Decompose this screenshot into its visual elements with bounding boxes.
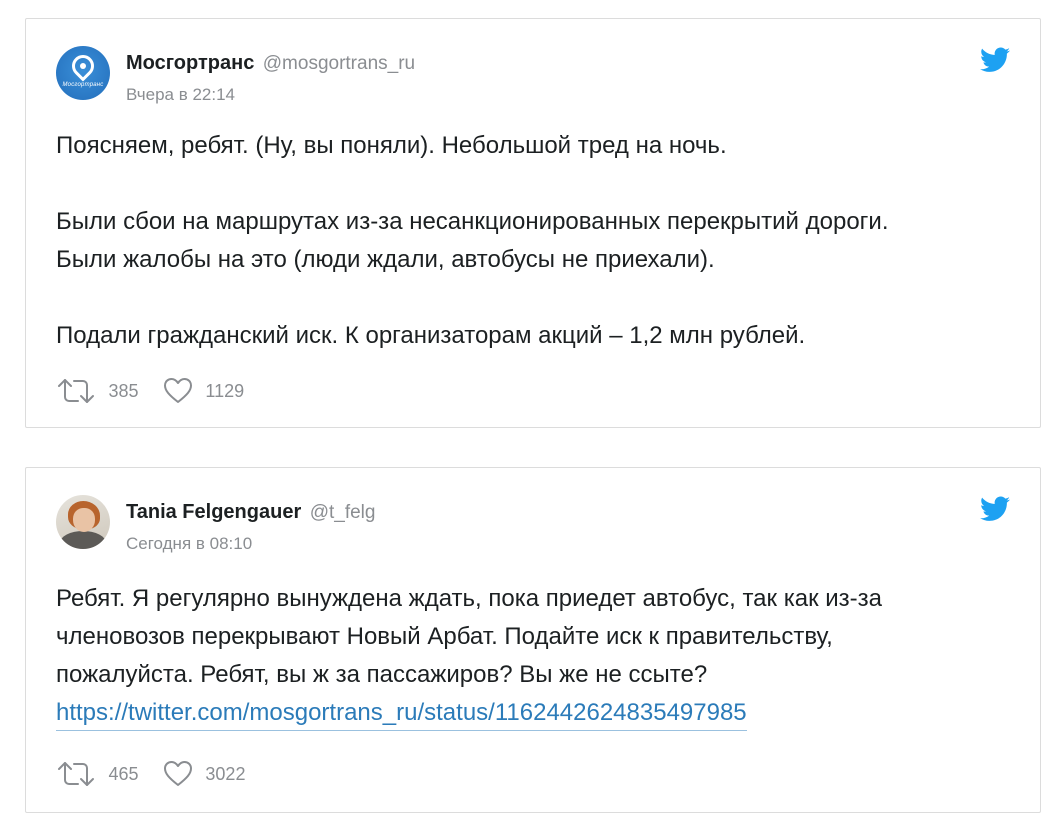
tweet-header: Tania Felgengauer @t_felg Сегодня в 08:1… — [56, 493, 996, 553]
author-name[interactable]: Tania Felgengauer — [126, 501, 301, 523]
retweet-count: 465 — [108, 763, 139, 784]
tweet-header: Мосгортранс Мосгортранс @mosgortrans_ru … — [56, 44, 996, 104]
tweet-actions: 385 1129 — [56, 377, 356, 407]
avatar[interactable]: Мосгортранс — [56, 46, 110, 100]
like-button[interactable]: 1129 — [163, 377, 244, 405]
twitter-bird-icon[interactable] — [980, 47, 1010, 73]
tweet-timestamp[interactable]: Вчера в 22:14 — [126, 85, 235, 105]
retweet-button[interactable]: 465 — [56, 760, 139, 788]
twitter-bird-icon[interactable] — [980, 496, 1010, 522]
tweet-card[interactable]: Tania Felgengauer @t_felg Сегодня в 08:1… — [25, 467, 1041, 813]
retweet-count: 385 — [108, 380, 139, 401]
retweet-icon — [58, 379, 94, 403]
heart-icon — [163, 378, 192, 403]
tweet-timestamp[interactable]: Сегодня в 08:10 — [126, 534, 252, 554]
tweet-text: Поясняем, ребят. (Ну, вы поняли). Неболь… — [56, 132, 889, 349]
avatar-logo-text: Мосгортранс — [62, 82, 104, 88]
author-name[interactable]: Мосгортранс — [126, 52, 254, 74]
tweet-card[interactable]: Мосгортранс Мосгортранс @mosgortrans_ru … — [25, 18, 1041, 428]
like-count: 1129 — [205, 380, 245, 401]
author-handle[interactable]: @t_felg — [310, 502, 376, 523]
author-handle[interactable]: @mosgortrans_ru — [263, 53, 415, 74]
like-count: 3022 — [205, 763, 246, 784]
tweet-text: Ребят. Я регулярно вынуждена ждать, пока… — [56, 580, 1016, 732]
avatar[interactable] — [56, 495, 110, 549]
like-button[interactable]: 3022 — [163, 760, 246, 788]
retweet-icon — [58, 762, 94, 786]
retweet-button[interactable]: 385 — [56, 377, 139, 405]
tweet-link[interactable]: https://twitter.com/mosgortrans_ru/statu… — [56, 696, 747, 731]
heart-icon — [163, 761, 192, 786]
tweet-actions: 465 3022 — [56, 760, 356, 790]
tweet-body: Ребят. Я регулярно вынуждена ждать, пока… — [56, 585, 882, 688]
